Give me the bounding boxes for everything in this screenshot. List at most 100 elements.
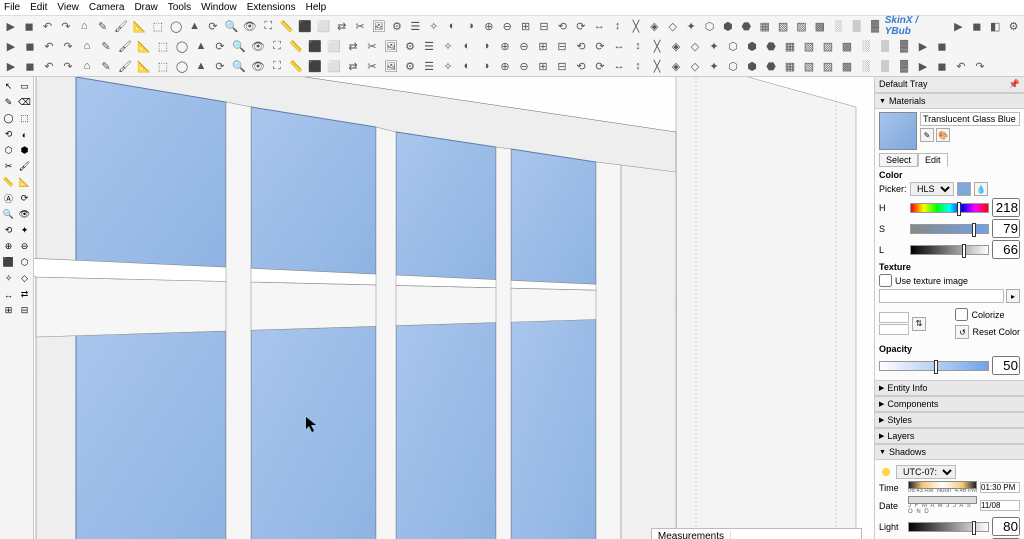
toolbar-button[interactable]: ◯ [168, 17, 185, 35]
toolbar-button[interactable]: ✎ [97, 57, 115, 75]
toolbar-button[interactable]: ⟳ [591, 37, 609, 55]
toolbar-button[interactable]: ⊞ [534, 37, 552, 55]
toolbar-button[interactable]: ⛶ [268, 37, 286, 55]
colorize-checkbox[interactable] [955, 308, 968, 321]
toolbar-button[interactable]: ▓ [895, 37, 913, 55]
toolbar-button[interactable]: ▒ [848, 17, 865, 35]
toolbar-button[interactable]: ⟲ [572, 37, 590, 55]
tool-button[interactable]: ⟲ [1, 127, 16, 142]
tool-button[interactable]: 👁 [17, 207, 32, 222]
toolbar-button[interactable]: ↶ [39, 17, 56, 35]
toolbar-button[interactable]: ⊕ [496, 57, 514, 75]
toolbar-button[interactable]: ⛶ [259, 17, 276, 35]
toolbar-button[interactable]: ▶ [2, 17, 19, 35]
toolbar-button[interactable]: 🖌 [116, 57, 134, 75]
toolbar-button[interactable]: ⊕ [480, 17, 497, 35]
toolbar-button[interactable]: ↶ [40, 57, 58, 75]
toolbar-button[interactable]: ⊟ [553, 57, 571, 75]
toolbar-button[interactable]: ⇄ [333, 17, 350, 35]
viewport[interactable]: Measurements [34, 77, 874, 539]
toolbar-button[interactable]: 📏 [278, 17, 295, 35]
toolbar-button[interactable]: ⬣ [762, 57, 780, 75]
toolbar-button[interactable]: ▲ [192, 37, 210, 55]
toolbar-button[interactable]: ✂ [363, 37, 381, 55]
toolbar-button[interactable]: ▶ [2, 37, 20, 55]
toolbar-button[interactable]: ⬣ [738, 17, 755, 35]
measurements-input[interactable] [731, 531, 861, 539]
toolbar-button[interactable]: ⬜ [325, 57, 343, 75]
toolbar-button[interactable]: ✎ [94, 17, 111, 35]
toolbar-button[interactable]: ▲ [186, 17, 203, 35]
toolbar-button[interactable]: ✂ [351, 17, 368, 35]
toolbar-button[interactable]: 📏 [287, 37, 305, 55]
toolbar-button[interactable]: ⬢ [743, 37, 761, 55]
toolbar-button[interactable]: 📏 [287, 57, 305, 75]
toolbar-button[interactable]: ↕ [629, 37, 647, 55]
tool-button[interactable]: ⊕ [1, 239, 16, 254]
toolbar-button[interactable]: ▶ [914, 57, 932, 75]
toolbar-button[interactable]: ▧ [774, 17, 791, 35]
toolbar-button[interactable]: ⬢ [719, 17, 736, 35]
sun-icon[interactable] [879, 465, 893, 479]
toolbar-button[interactable]: ⚙ [401, 57, 419, 75]
toolbar-button[interactable]: ✧ [425, 17, 442, 35]
toolbar-button[interactable]: ╳ [648, 57, 666, 75]
toolbar-button[interactable]: ◼ [21, 57, 39, 75]
toolbar-button[interactable]: ⬛ [306, 57, 324, 75]
tab-select[interactable]: Select [879, 153, 918, 167]
toolbar-button[interactable]: ◑ [462, 17, 479, 35]
tool-button[interactable]: ✦ [17, 223, 32, 238]
s-input[interactable] [992, 219, 1020, 238]
toolbar-button[interactable]: ⬛ [306, 37, 324, 55]
toolbar-button[interactable]: ◇ [686, 37, 704, 55]
toolbar-button[interactable]: 🖼 [382, 57, 400, 75]
toolbar-button[interactable]: ▓ [895, 57, 913, 75]
toolbar-button[interactable]: ⬛ [296, 17, 313, 35]
toolbar-button[interactable]: ▓ [866, 17, 883, 35]
toolbar-button[interactable]: 🔍 [230, 57, 248, 75]
tex-height-input[interactable] [879, 324, 909, 335]
toolbar-button[interactable]: ⚙ [401, 37, 419, 55]
toolbar-button[interactable]: ◐ [458, 57, 476, 75]
toolbar-button[interactable]: ◇ [664, 17, 681, 35]
toolbar-button[interactable]: ↷ [59, 37, 77, 55]
l-input[interactable] [992, 240, 1020, 259]
toolbar-button[interactable]: ░ [857, 37, 875, 55]
toolbar-button[interactable]: ⇄ [344, 37, 362, 55]
toolbar-button[interactable]: ✂ [363, 57, 381, 75]
toolbar-button[interactable]: ⬚ [149, 17, 166, 35]
opacity-input[interactable] [992, 356, 1020, 375]
menu-edit[interactable]: Edit [30, 2, 47, 13]
tool-button[interactable]: 📏 [1, 175, 16, 190]
tool-button[interactable]: 📐 [17, 175, 32, 190]
tool-button[interactable]: ⊖ [17, 239, 32, 254]
toolbar-button[interactable]: ▩ [838, 57, 856, 75]
toolbar-button[interactable]: ░ [830, 17, 847, 35]
toolbar-button[interactable]: ◐ [458, 37, 476, 55]
menu-file[interactable]: File [4, 2, 20, 13]
toolbar-button[interactable]: ⌂ [78, 37, 96, 55]
toolbar-button[interactable]: ↕ [629, 57, 647, 75]
toolbar-button[interactable]: ◼ [21, 37, 39, 55]
toolbar-button[interactable]: 🖼 [370, 17, 387, 35]
toolbar-button[interactable]: 📐 [131, 17, 148, 35]
toolbar-button[interactable]: ⊖ [499, 17, 516, 35]
toolbar-button[interactable]: ✦ [705, 57, 723, 75]
toolbar-button[interactable]: ☰ [407, 17, 424, 35]
toolbar-button[interactable]: ▒ [876, 37, 894, 55]
toolbar-button[interactable]: ◈ [646, 17, 663, 35]
toolbar-button[interactable]: ⬜ [325, 37, 343, 55]
toolbar-button[interactable]: ↶ [40, 37, 58, 55]
panel-entity-info-header[interactable]: Entity Info [875, 380, 1024, 396]
toolbar-button[interactable]: ⚙ [388, 17, 405, 35]
toolbar-button[interactable]: ⬡ [724, 57, 742, 75]
toolbar-button[interactable]: ✧ [439, 37, 457, 55]
toolbar-button[interactable]: ⊟ [535, 17, 552, 35]
toolbar-button[interactable]: ▨ [819, 57, 837, 75]
color-swatch-icon[interactable] [957, 182, 971, 196]
tool-button[interactable]: ⬚ [17, 111, 32, 126]
toolbar-button[interactable]: 🖼 [382, 37, 400, 55]
tool-button[interactable]: ⇄ [17, 287, 32, 302]
toolbar-button[interactable]: ◯ [173, 57, 191, 75]
tool-button[interactable]: ✧ [1, 271, 16, 286]
